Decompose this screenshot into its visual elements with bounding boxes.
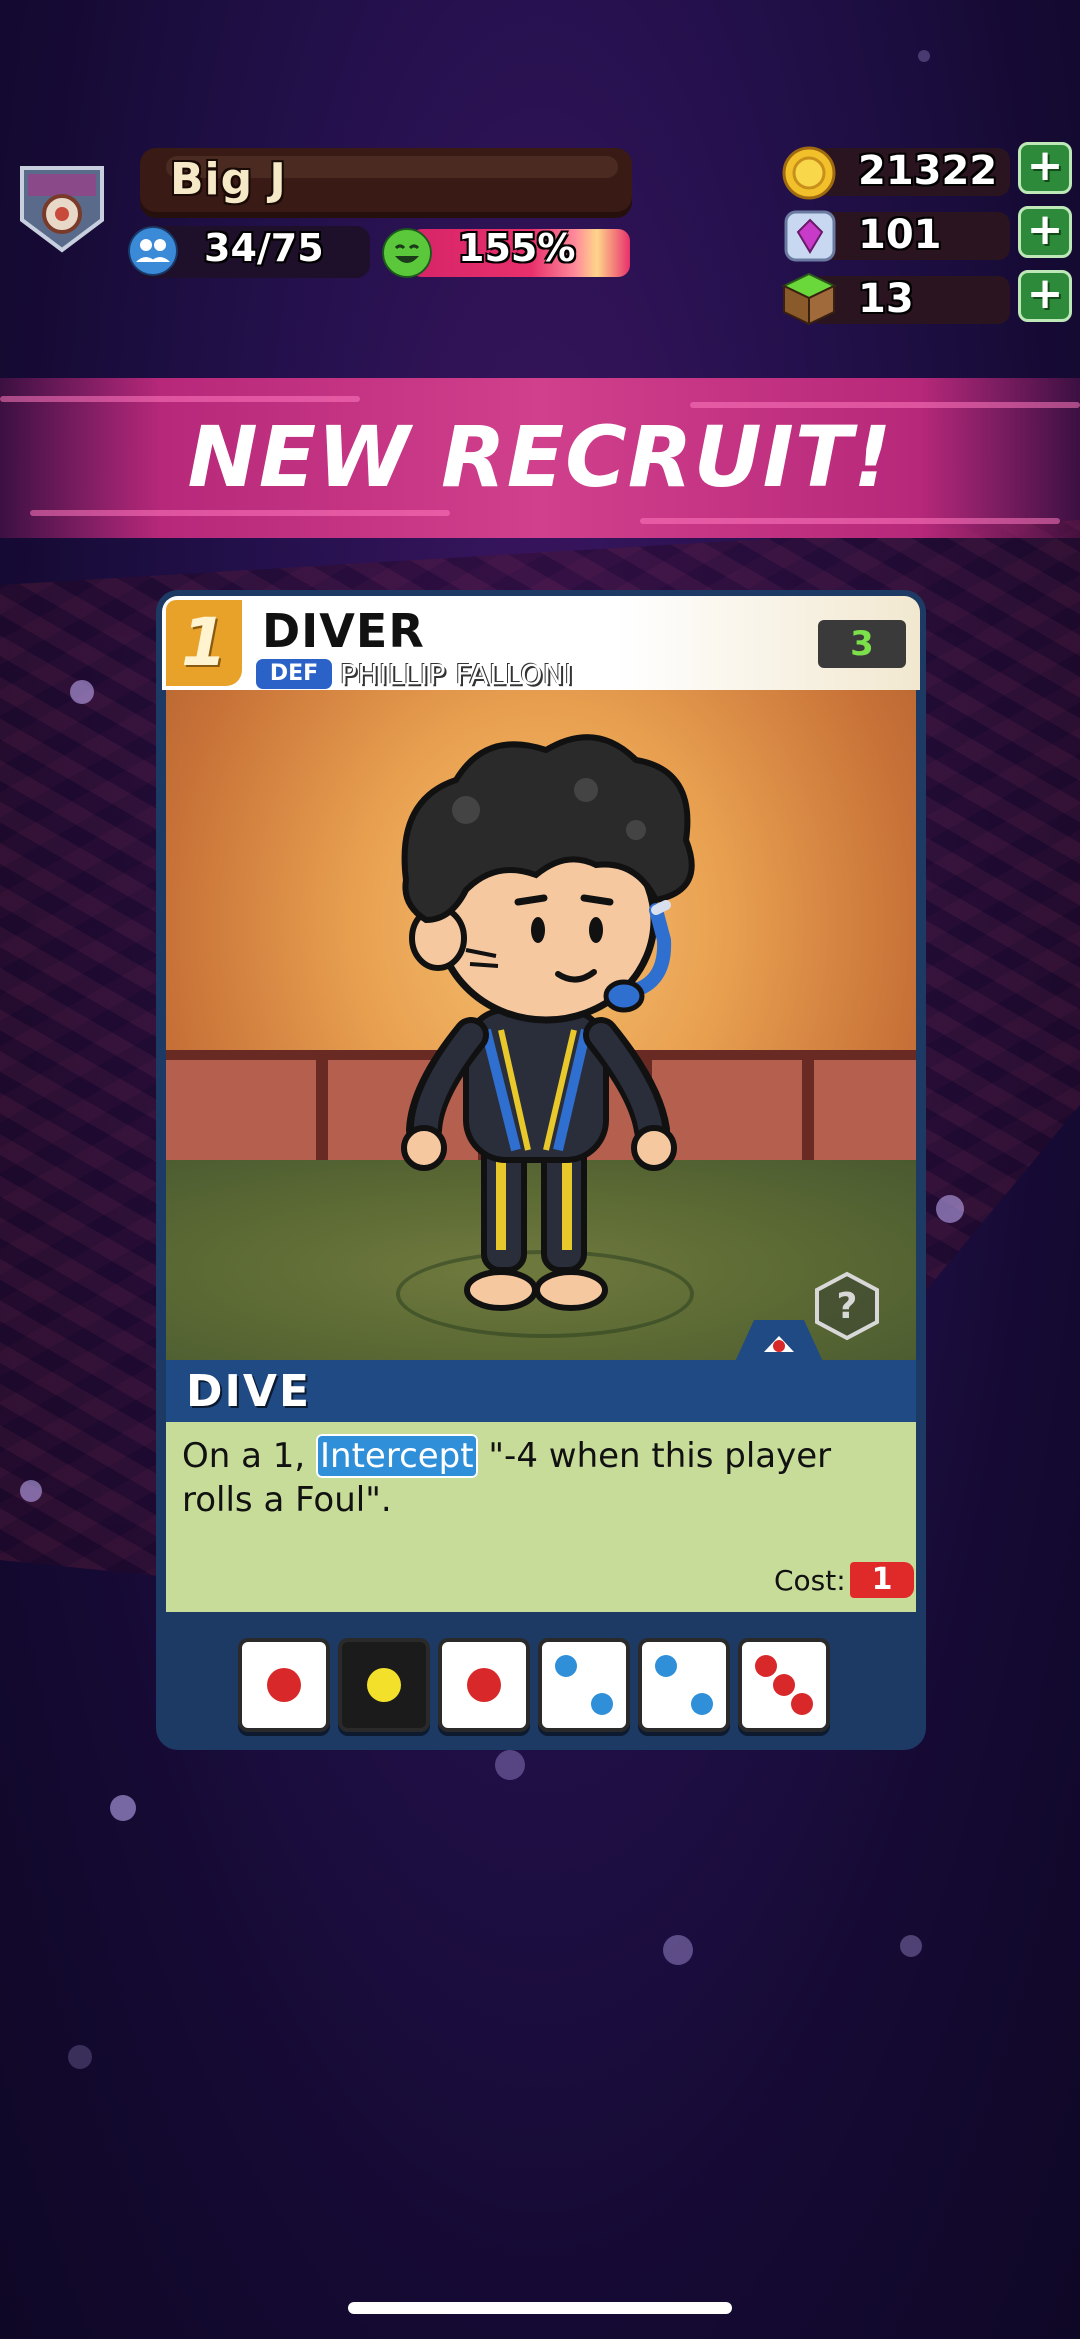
character-art bbox=[166, 690, 916, 1360]
add-turf-button[interactable]: + bbox=[1018, 270, 1072, 322]
direction-indicator-icon bbox=[734, 1320, 824, 1364]
die-pip bbox=[754, 1655, 777, 1678]
die-face bbox=[238, 1638, 330, 1732]
player-full-name: PHILLIP FALLONI bbox=[340, 658, 574, 691]
gem-icon bbox=[784, 210, 836, 262]
card-header: DIVER DEF PHILLIP FALLONI 3 bbox=[162, 596, 920, 691]
cost-value: 1 bbox=[850, 1562, 914, 1598]
die-pip bbox=[467, 1668, 501, 1702]
die-pip bbox=[791, 1692, 814, 1715]
banner-title: NEW RECRUIT! bbox=[187, 408, 893, 506]
die-pip bbox=[554, 1655, 577, 1678]
bokeh-light bbox=[936, 1195, 964, 1223]
roster-count: 34/75 bbox=[204, 226, 324, 270]
turf-block-icon bbox=[781, 272, 837, 326]
team-members-icon bbox=[128, 226, 178, 276]
player-name: Big J bbox=[170, 154, 287, 205]
team-badge-icon[interactable] bbox=[18, 162, 106, 254]
turf-value: 13 bbox=[858, 276, 914, 322]
bokeh-light bbox=[918, 50, 930, 62]
svg-text:?: ? bbox=[837, 1286, 858, 1327]
cost-label: Cost: bbox=[774, 1564, 846, 1597]
bokeh-light bbox=[20, 1480, 42, 1502]
die-face bbox=[538, 1638, 630, 1732]
add-gems-button[interactable]: + bbox=[1018, 206, 1072, 258]
ability-description: On a 1, Intercept "-4 when this player r… bbox=[166, 1422, 916, 1612]
bokeh-light bbox=[663, 1935, 693, 1965]
die-pip bbox=[267, 1668, 301, 1702]
coins-value: 21322 bbox=[858, 148, 998, 194]
morale-percent: 155% bbox=[458, 226, 576, 270]
ability-text-prefix: On a 1, bbox=[182, 1436, 317, 1476]
new-recruit-banner: NEW RECRUIT! bbox=[0, 378, 1080, 538]
bokeh-light bbox=[495, 1750, 525, 1780]
level-number: 1 bbox=[181, 604, 227, 681]
die-pip bbox=[367, 1668, 401, 1702]
bokeh-light bbox=[68, 2045, 92, 2069]
die-face bbox=[338, 1638, 430, 1732]
die-pip bbox=[654, 1655, 677, 1678]
bokeh-light bbox=[900, 1935, 922, 1957]
bokeh-light bbox=[110, 1795, 136, 1821]
dice-row bbox=[236, 1638, 848, 1738]
home-indicator[interactable] bbox=[348, 2302, 732, 2314]
die-pip bbox=[591, 1692, 614, 1715]
ability-title-bar: DIVE bbox=[166, 1360, 916, 1422]
player-name-bar[interactable]: Big J bbox=[140, 148, 632, 218]
die-pip bbox=[691, 1692, 714, 1715]
gems-value: 101 bbox=[858, 212, 942, 258]
recruit-card[interactable]: DIVER DEF PHILLIP FALLONI 3 1 ? DIVE On … bbox=[156, 590, 926, 1750]
coin-icon bbox=[782, 146, 836, 200]
die-pip bbox=[773, 1674, 795, 1696]
die-face bbox=[638, 1638, 730, 1732]
bokeh-light bbox=[70, 680, 94, 704]
intercept-keyword-link[interactable]: Intercept bbox=[316, 1434, 478, 1478]
add-coins-button[interactable]: + bbox=[1018, 142, 1072, 194]
rating-badge: 3 bbox=[818, 620, 906, 668]
die-face bbox=[738, 1638, 830, 1732]
ability-text: On a 1, Intercept "-4 when this player r… bbox=[182, 1434, 902, 1522]
happy-face-icon bbox=[382, 228, 432, 278]
diver-character-illustration bbox=[401, 734, 695, 1311]
level-badge: 1 bbox=[166, 600, 242, 686]
position-tag: DEF bbox=[256, 659, 332, 689]
die-face bbox=[438, 1638, 530, 1732]
ability-title: DIVE bbox=[186, 1366, 312, 1417]
card-name: DIVER bbox=[262, 604, 425, 658]
